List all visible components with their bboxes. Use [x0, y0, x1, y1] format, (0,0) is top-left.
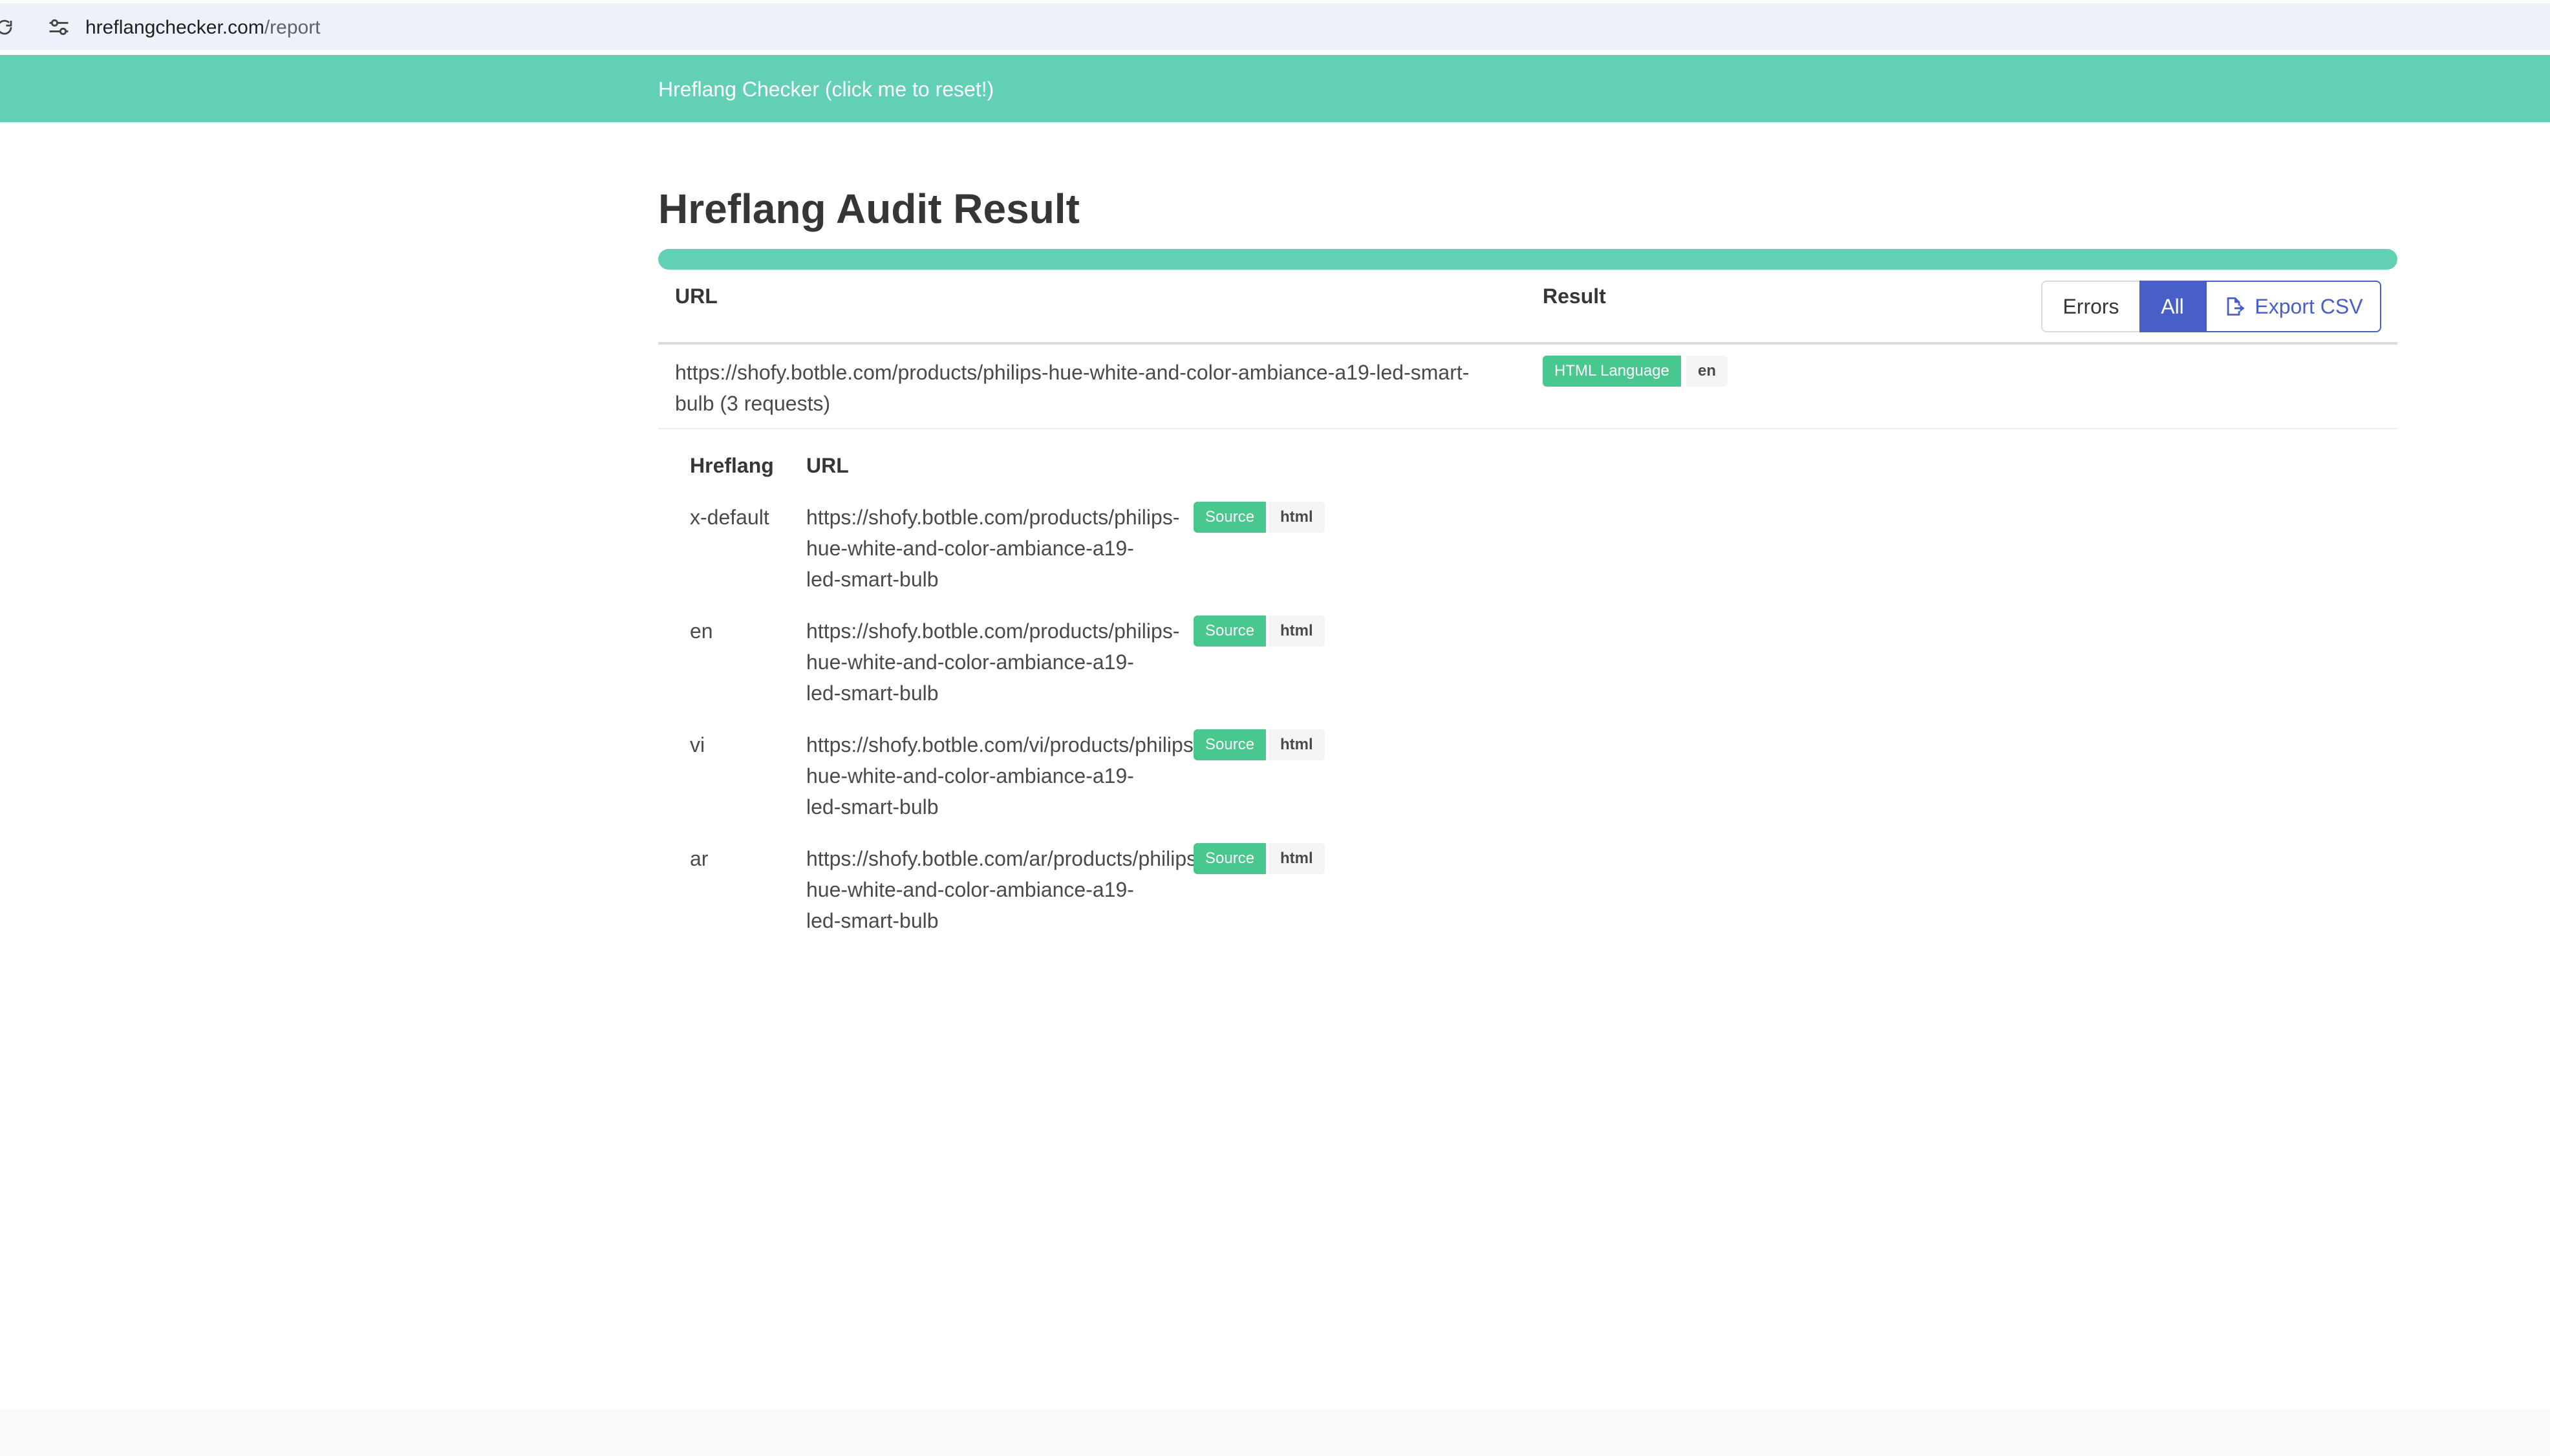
- hreflang-url-line: https://shofy.botble.com/vi/products/phi…: [806, 733, 1194, 756]
- page-footer: [0, 1409, 2550, 1456]
- hreflang-url-line: hue-white-and-color-ambiance-a19-: [806, 650, 1134, 674]
- audited-url: https://shofy.botble.com/products/philip…: [675, 361, 1470, 415]
- page-title: Hreflang Audit Result: [658, 186, 1080, 232]
- source-value-tag: html: [1269, 843, 1325, 874]
- hreflang-url-line: led-smart-bulb: [806, 795, 939, 819]
- omnibox[interactable]: hreflangchecker.com/report: [0, 3, 2550, 50]
- hreflang-url: https://shofy.botble.com/products/philip…: [806, 502, 1194, 595]
- hreflang-url-line: https://shofy.botble.com/ar/products/phi…: [806, 847, 1194, 870]
- html-language-tag: HTML Language: [1543, 356, 1681, 387]
- source-value-tag: html: [1269, 616, 1325, 647]
- hreflang-url-line: https://shofy.botble.com/products/philip…: [806, 619, 1180, 643]
- source-tag: Source: [1194, 616, 1267, 647]
- file-export-icon: [2227, 297, 2245, 316]
- source-value-tag: html: [1269, 729, 1325, 760]
- errors-filter-button[interactable]: Errors: [2041, 281, 2139, 332]
- address-path: /report: [264, 17, 321, 38]
- export-csv-label: Export CSV: [2255, 294, 2363, 318]
- filter-button-group: Errors All Export CSV: [2041, 281, 2381, 332]
- browser-address-bar: hreflangchecker.com/report: [0, 0, 2550, 55]
- hreflang-url-line: hue-white-and-color-ambiance-a19-: [806, 764, 1134, 787]
- hreflang-code: vi: [690, 733, 705, 756]
- column-header-hreflang: Hreflang: [690, 454, 774, 477]
- source-tag: Source: [1194, 843, 1267, 874]
- hreflang-url: https://shofy.botble.com/products/philip…: [806, 616, 1194, 709]
- reset-link[interactable]: Hreflang Checker (click me to reset!): [658, 76, 994, 102]
- hreflang-url: https://shofy.botble.com/ar/products/phi…: [806, 843, 1194, 936]
- hreflang-url-line: https://shofy.botble.com/products/philip…: [806, 506, 1180, 529]
- address-domain: hreflangchecker.com: [85, 17, 264, 38]
- hreflang-url-line: hue-white-and-color-ambiance-a19-: [806, 878, 1134, 901]
- hreflang-url-line: led-smart-bulb: [806, 568, 939, 591]
- row-divider: [658, 428, 2397, 429]
- hreflang-url-line: led-smart-bulb: [806, 681, 939, 705]
- column-header-hreflang-url: URL: [806, 454, 849, 477]
- address-url[interactable]: hreflangchecker.com/report: [85, 15, 321, 41]
- header-banner: Hreflang Checker (click me to reset!): [0, 55, 2550, 122]
- hreflang-url-line: hue-white-and-color-ambiance-a19-: [806, 537, 1134, 560]
- html-language-value-tag: en: [1686, 356, 1728, 387]
- hreflang-code: x-default: [690, 506, 769, 529]
- column-header-url: URL: [675, 284, 718, 308]
- audit-progress-bar: [658, 249, 2397, 270]
- site-settings-icon[interactable]: [48, 17, 70, 37]
- hreflang-url: https://shofy.botble.com/vi/products/phi…: [806, 729, 1194, 822]
- audit-progress-fill: [658, 249, 2397, 270]
- reload-icon[interactable]: [0, 17, 14, 37]
- hreflang-code: ar: [690, 847, 709, 870]
- source-value-tag: html: [1269, 502, 1325, 533]
- hreflang-url-line: led-smart-bulb: [806, 909, 939, 932]
- source-tag: Source: [1194, 502, 1267, 533]
- source-tag: Source: [1194, 729, 1267, 760]
- all-filter-button[interactable]: All: [2139, 281, 2205, 332]
- header-divider: [658, 342, 2397, 345]
- column-header-result: Result: [1543, 284, 1606, 308]
- export-csv-button[interactable]: Export CSV: [2205, 281, 2381, 332]
- hreflang-code: en: [690, 619, 713, 643]
